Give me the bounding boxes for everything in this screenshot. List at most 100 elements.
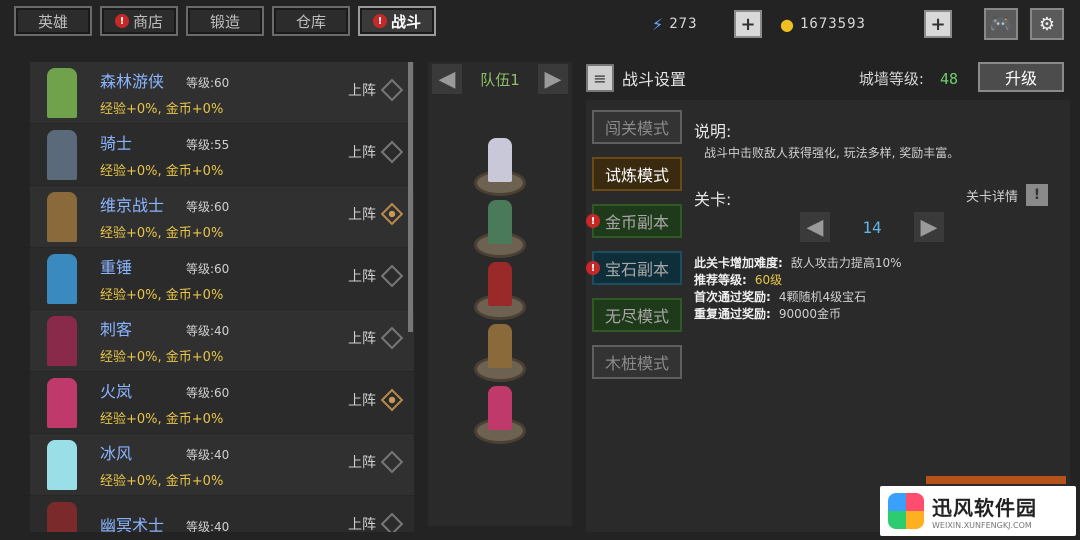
mode-button[interactable]: 无尽模式 [592,298,682,332]
hero-name: 刺客 [100,320,133,339]
hero-list[interactable]: 森林游侠 等级:60 经验+0%, 金币+0% 上阵 骑士 等级:55 经验+0%, 金币+… [30,62,414,532]
deploy-checkbox[interactable] [380,264,404,288]
hero-sprite [47,377,77,428]
info-key: 首次通过奖励: [694,290,771,304]
deploy-toggle[interactable]: 上阵 [348,326,404,350]
deploy-toggle[interactable]: 上阵 [348,78,404,102]
description-text: 战斗中击败敌人获得强化, 玩法多样, 奖励丰富。 [704,146,960,160]
team-title: 队伍1 [480,70,520,89]
hero-name: 冰风 [100,444,133,463]
upgrade-button[interactable]: 升级 [978,62,1064,92]
stage-info-row: 重复通过奖励: 90000金币 [694,305,841,322]
mode-label: 试炼模式 [604,166,669,185]
stage-detail-button[interactable]: 关卡详情 ! [966,184,1048,206]
team-header: ◀ 队伍1 ▶ [428,62,572,96]
menu-button[interactable]: ≡ [586,64,614,92]
deploy-toggle[interactable]: 上阵 [348,512,404,532]
prev-stage-button[interactable]: ◀ [800,212,830,242]
prev-team-button[interactable]: ◀ [432,64,462,94]
team-unit [488,386,512,430]
hero-row[interactable]: 幽冥术士 等级:40 上阵 [30,496,414,532]
settings-button[interactable]: ⚙ [1030,8,1064,40]
hero-level: 等级:60 [186,386,230,400]
mode-button[interactable]: ! 金币副本 [586,204,682,238]
deploy-checkbox[interactable] [380,450,404,474]
add-energy-button[interactable]: + [734,10,762,38]
mode-label: 木桩模式 [604,354,669,373]
hero-row[interactable]: 冰风 等级:40 经验+0%, 金币+0% 上阵 [30,434,414,496]
deploy-toggle[interactable]: 上阵 [348,202,404,226]
hero-name: 火岚 [100,382,133,401]
tab-2[interactable]: 锻造 [186,6,264,36]
hero-row[interactable]: 森林游侠 等级:60 经验+0%, 金币+0% 上阵 [30,62,414,124]
arrow-right-icon: ▶ [920,214,938,240]
hero-sprite [47,253,77,304]
watermark-main-text: 迅风软件园 [932,496,1037,520]
deploy-toggle[interactable]: 上阵 [348,388,404,412]
team-unit [488,138,512,182]
stage-number: 14 [862,217,882,237]
lightning-icon: ⚡ [652,14,664,34]
hero-row[interactable]: 维京战士 等级:60 经验+0%, 金币+0% 上阵 [30,186,414,248]
deploy-checkbox[interactable] [380,202,404,226]
tab-3[interactable]: 仓库 [272,6,350,36]
info-value: 90000金币 [778,307,841,321]
deploy-toggle[interactable]: 上阵 [348,450,404,474]
hero-level: 等级:40 [186,324,230,338]
tab-4[interactable]: ! 战斗 [358,6,436,36]
arrow-left-icon: ◀ [438,66,456,92]
add-gold-button[interactable]: + [924,10,952,38]
tab-1[interactable]: ! 商店 [100,6,178,36]
hero-avatar [30,188,94,246]
hero-bonus: 经验+0%, 金币+0% [100,474,224,489]
hero-avatar [30,374,94,432]
coin-icon: ● [780,14,794,34]
team-slot[interactable] [472,198,528,258]
hero-level: 等级:60 [186,76,230,90]
team-slot[interactable] [472,136,528,196]
hero-list-scrollbar[interactable] [408,62,413,332]
hero-avatar [30,126,94,184]
hero-sprite [47,191,77,242]
mode-button[interactable]: 木桩模式 [592,345,682,379]
deploy-checkbox[interactable] [380,512,404,532]
hero-bonus: 经验+0%, 金币+0% [100,164,224,179]
hero-sprite [47,439,77,490]
settings-title: 战斗设置 [622,70,687,89]
deploy-toggle[interactable]: 上阵 [348,264,404,288]
hero-avatar [30,312,94,370]
deploy-checkbox[interactable] [380,78,404,102]
team-slot[interactable] [472,384,528,444]
next-team-button[interactable]: ▶ [537,64,568,94]
mode-button[interactable]: 闯关模式 [592,110,682,144]
alert-icon: ! [586,214,600,228]
deploy-label: 上阵 [348,207,376,223]
team-slot[interactable] [472,322,528,382]
hero-row[interactable]: 火岚 等级:60 经验+0%, 金币+0% 上阵 [30,372,414,434]
arrow-right-icon: ▶ [544,66,562,92]
hero-sprite [47,67,77,118]
deploy-toggle[interactable]: 上阵 [348,140,404,164]
deploy-checkbox[interactable] [380,326,404,350]
mode-button[interactable]: 试炼模式 [592,157,682,191]
next-stage-button[interactable]: ▶ [913,212,944,242]
team-slot[interactable] [472,260,528,320]
energy-display: ⚡ 273 [652,10,698,38]
info-value: 4颗随机4级宝石 [778,290,867,304]
tab-0[interactable]: 英雄 [14,6,92,36]
hero-row[interactable]: 刺客 等级:40 经验+0%, 金币+0% 上阵 [30,310,414,372]
team-panel: ◀ 队伍1 ▶ [428,62,572,526]
hero-row[interactable]: 重锤 等级:60 经验+0%, 金币+0% 上阵 [30,248,414,310]
deploy-checkbox[interactable] [380,388,404,412]
hero-row[interactable]: 骑士 等级:55 经验+0%, 金币+0% 上阵 [30,124,414,186]
mode-button[interactable]: ! 宝石副本 [586,251,682,285]
hero-name: 森林游侠 [100,72,165,91]
deploy-checkbox[interactable] [380,140,404,164]
menu-icon: ≡ [593,68,607,88]
hero-avatar [30,64,94,122]
arrow-left-icon: ◀ [806,214,824,240]
hero-sprite [47,501,77,532]
gamepad-button[interactable]: 🎮 [984,8,1018,40]
tab-label: 仓库 [295,12,326,31]
tab-label: 英雄 [37,12,68,31]
